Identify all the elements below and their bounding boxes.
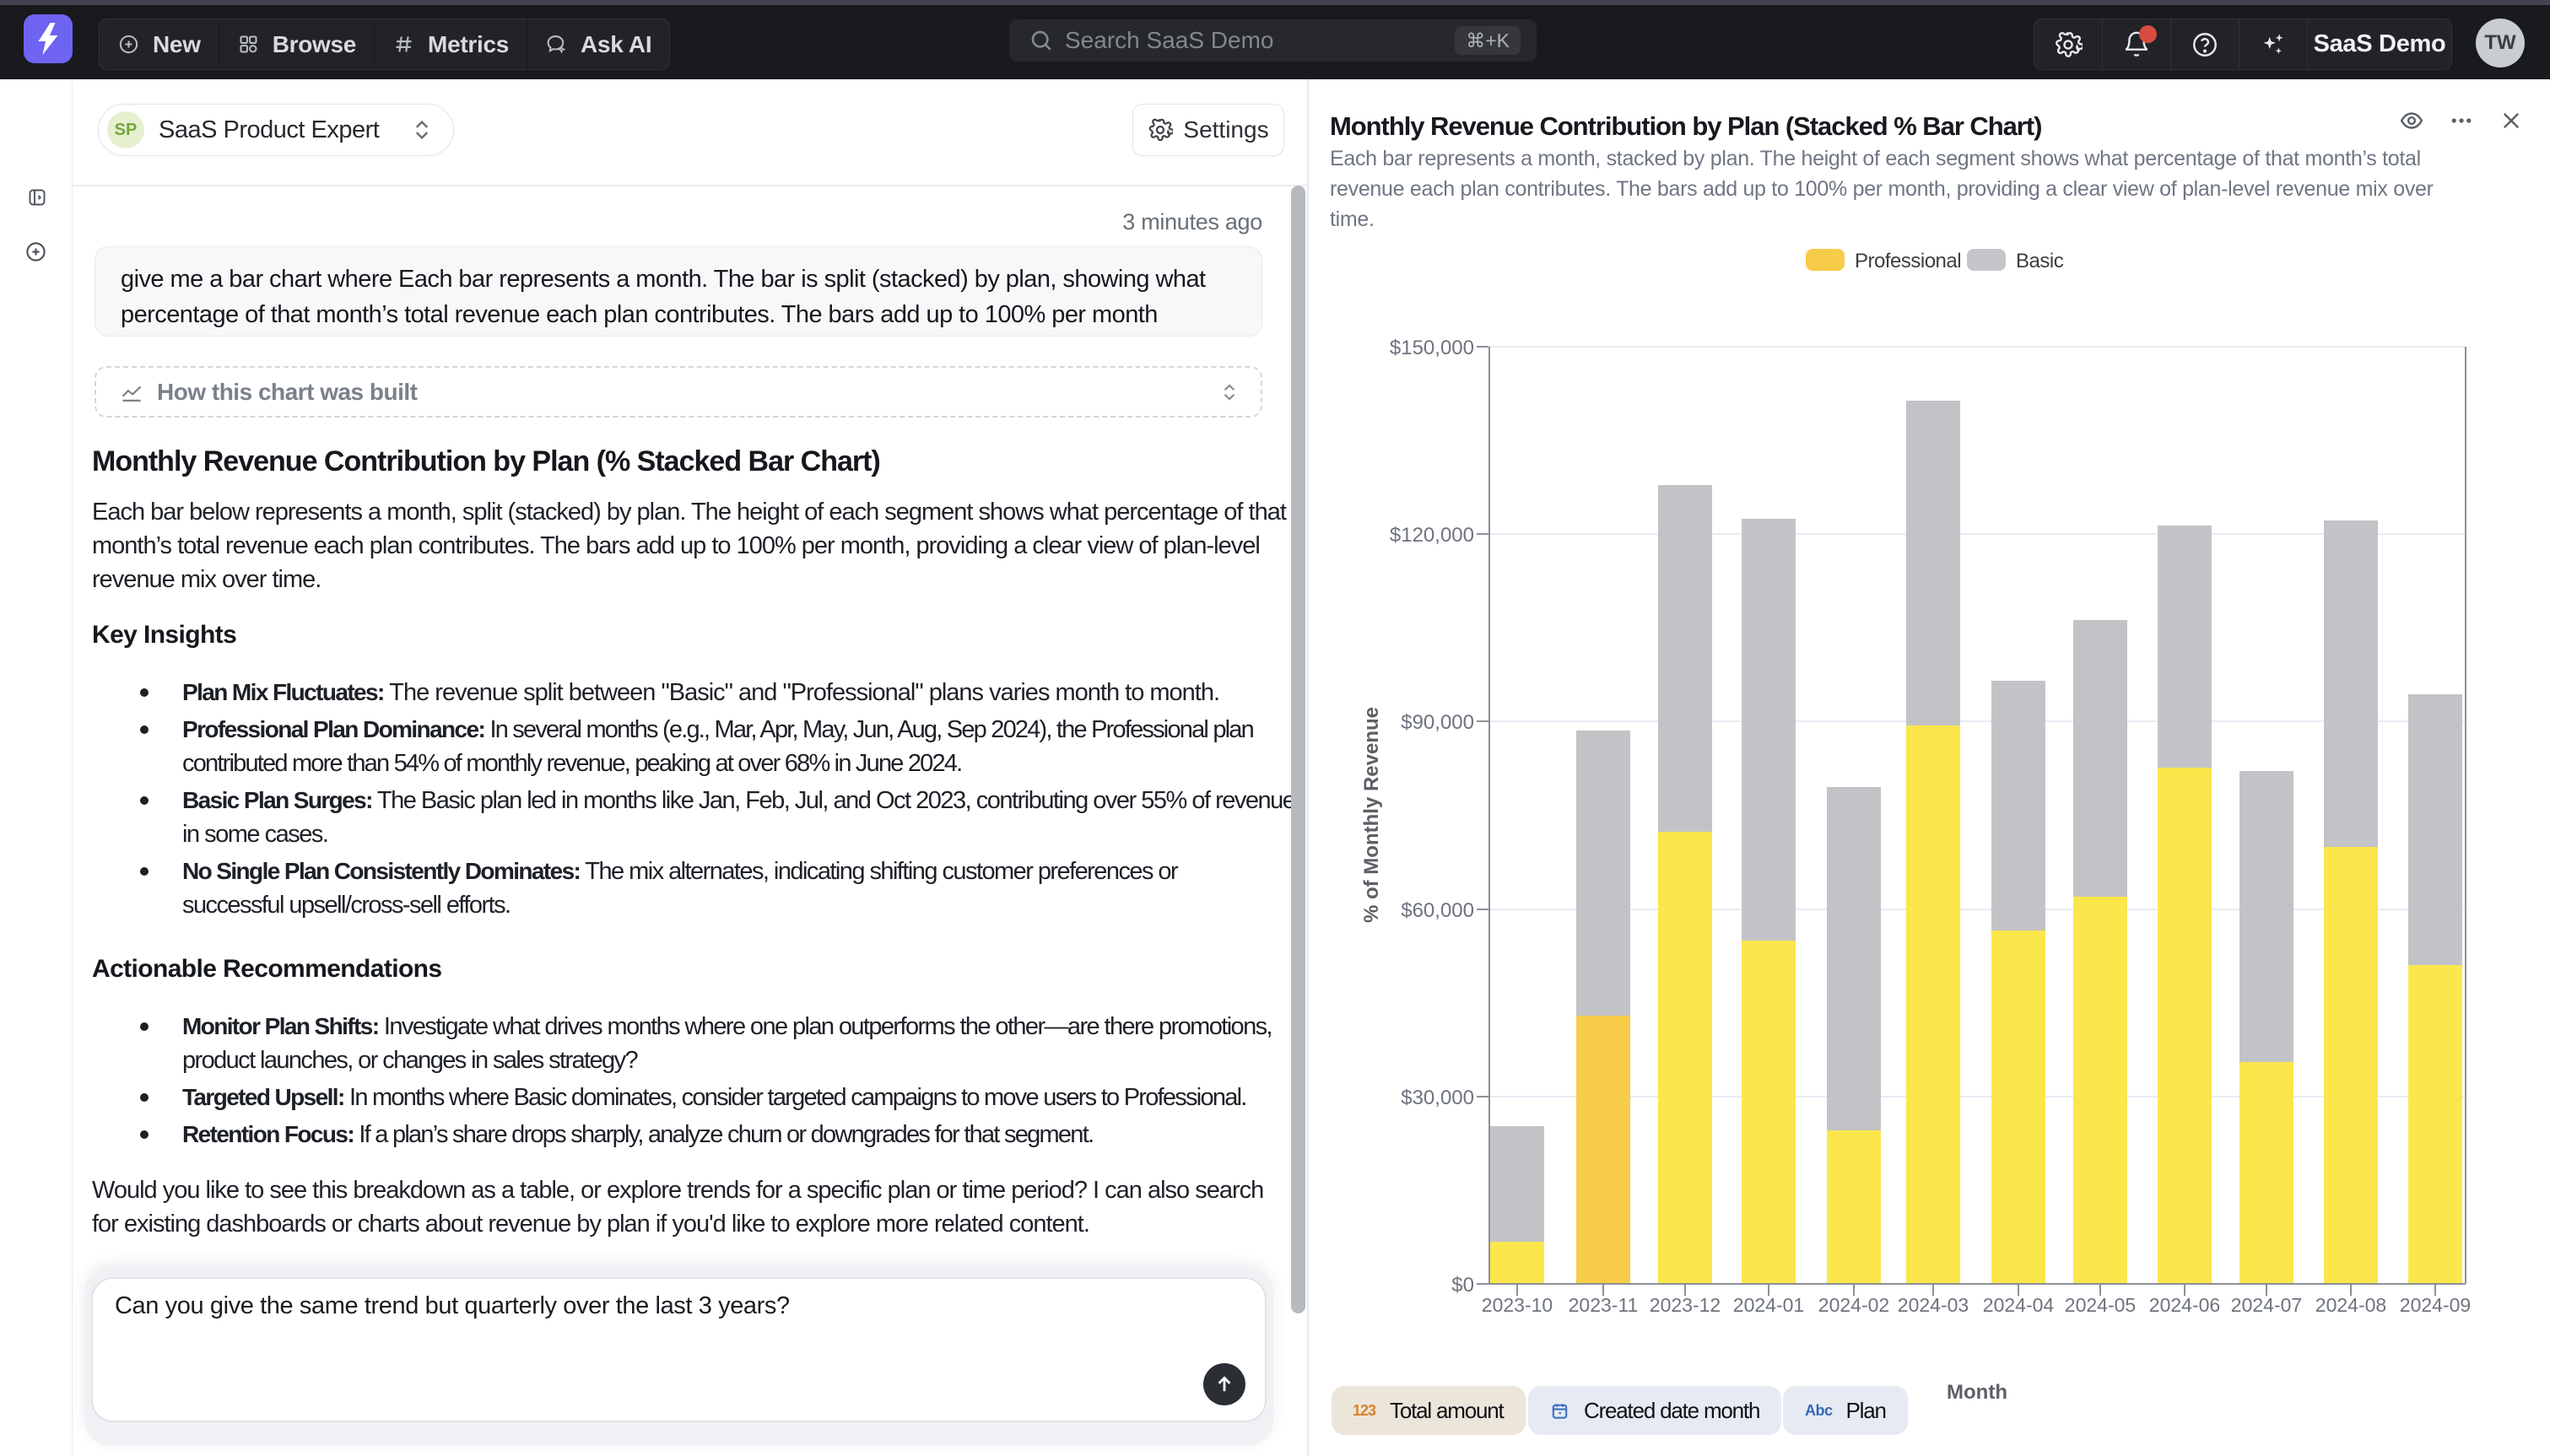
svg-text:2024-03: 2024-03: [1898, 1294, 1969, 1316]
svg-text:2024-06: 2024-06: [2149, 1294, 2220, 1316]
svg-text:$30,000: $30,000: [1401, 1087, 1474, 1109]
svg-text:2023-12: 2023-12: [1650, 1294, 1721, 1316]
svg-text:2023-11: 2023-11: [1569, 1294, 1639, 1316]
svg-text:2024-02: 2024-02: [1818, 1294, 1889, 1316]
svg-text:$0: $0: [1451, 1274, 1474, 1297]
svg-text:Month: Month: [1947, 1381, 2007, 1404]
svg-text:$90,000: $90,000: [1401, 711, 1474, 734]
svg-text:2024-07: 2024-07: [2231, 1294, 2302, 1316]
svg-text:2023-10: 2023-10: [1482, 1294, 1553, 1316]
svg-text:% of Monthly Revenue: % of Monthly Revenue: [1360, 707, 1383, 923]
svg-text:Basic: Basic: [2016, 250, 2064, 272]
svg-text:2024-05: 2024-05: [2065, 1294, 2136, 1316]
svg-text:2024-01: 2024-01: [1733, 1294, 1804, 1316]
svg-text:$150,000: $150,000: [1390, 337, 1474, 359]
svg-text:$60,000: $60,000: [1401, 899, 1474, 922]
svg-text:2024-08: 2024-08: [2315, 1294, 2386, 1316]
svg-text:Professional: Professional: [1855, 250, 1961, 272]
svg-text:2024-09: 2024-09: [2400, 1294, 2471, 1316]
svg-text:$120,000: $120,000: [1390, 524, 1474, 547]
svg-text:2024-04: 2024-04: [1983, 1294, 2055, 1316]
